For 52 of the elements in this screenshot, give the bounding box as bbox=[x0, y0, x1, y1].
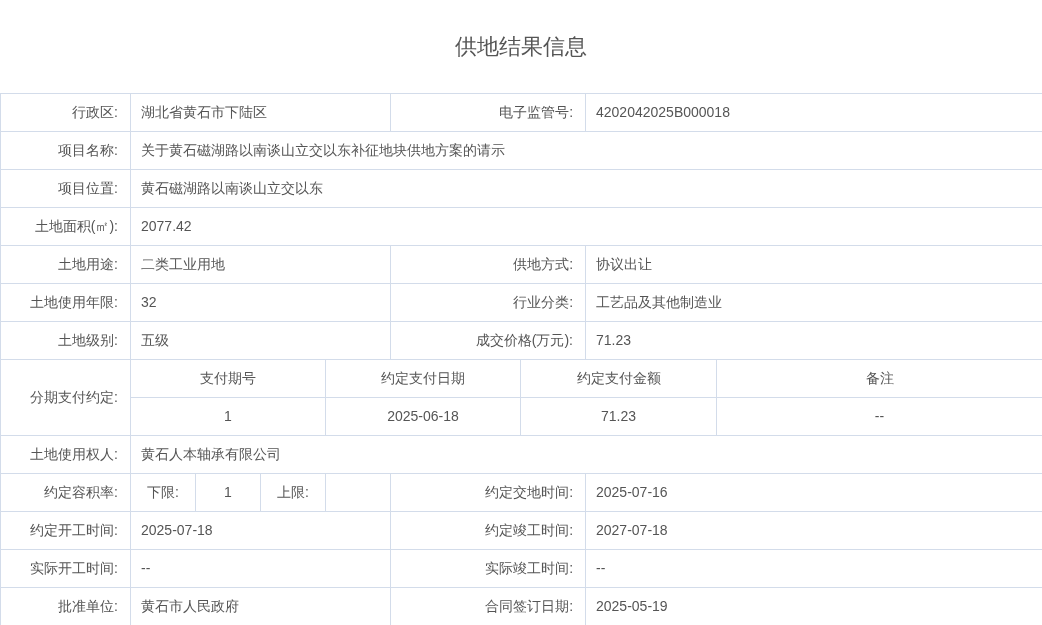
field-value: 2025-07-16 bbox=[596, 484, 668, 500]
field-value: 黄石人本轴承有限公司 bbox=[141, 446, 281, 462]
field-value: 4202042025B000018 bbox=[596, 104, 730, 120]
field-value: 黄石市人民政府 bbox=[141, 598, 239, 614]
field-label: 上限: bbox=[277, 484, 309, 500]
field-label: 实际竣工时间: bbox=[485, 560, 573, 576]
field-value: 32 bbox=[141, 294, 157, 310]
field-label: 行政区: bbox=[72, 104, 118, 120]
column-header: 支付期号 bbox=[200, 370, 256, 386]
field-label: 批准单位: bbox=[58, 598, 118, 614]
field-label: 下限: bbox=[147, 484, 179, 500]
field-label: 土地用途: bbox=[58, 256, 118, 272]
field-label: 项目位置: bbox=[58, 180, 118, 196]
field-value: 2025-05-19 bbox=[596, 598, 668, 614]
field-value: 五级 bbox=[141, 332, 169, 348]
field-label: 土地级别: bbox=[58, 332, 118, 348]
field-label: 供地方式: bbox=[513, 256, 573, 272]
field-label: 电子监管号: bbox=[499, 104, 573, 120]
field-value: 2027-07-18 bbox=[596, 522, 668, 538]
field-label: 行业分类: bbox=[513, 294, 573, 310]
column-header: 备注 bbox=[865, 370, 894, 386]
page-title: 供地结果信息 bbox=[455, 33, 587, 61]
field-label: 实际开工时间: bbox=[30, 560, 118, 576]
field-label: 土地使用年限: bbox=[30, 294, 118, 310]
field-label: 成交价格(万元): bbox=[475, 332, 573, 348]
table-cell: 1 bbox=[224, 408, 232, 424]
table-cell: 2025-06-18 bbox=[387, 408, 459, 424]
table-cell: 71.23 bbox=[601, 408, 637, 424]
field-label: 项目名称: bbox=[58, 142, 118, 158]
field-label: 土地使用权人: bbox=[30, 446, 118, 462]
field-label: 约定开工时间: bbox=[30, 522, 118, 538]
column-header: 约定支付日期 bbox=[381, 370, 465, 386]
field-value: 工艺品及其他制造业 bbox=[596, 294, 722, 310]
field-value: 关于黄石磁湖路以南谈山立交以东补征地块供地方案的请示 bbox=[141, 142, 505, 158]
field-value: 二类工业用地 bbox=[141, 256, 225, 272]
field-value: 2025-07-18 bbox=[141, 522, 213, 538]
field-value: 1 bbox=[224, 484, 232, 500]
field-label: 分期支付约定: bbox=[30, 389, 118, 405]
field-label: 合同签订日期: bbox=[485, 598, 573, 614]
field-label: 约定交地时间: bbox=[485, 484, 573, 500]
field-value: 2077.42 bbox=[141, 218, 192, 234]
column-header: 约定支付金额 bbox=[576, 370, 661, 386]
field-value: 71.23 bbox=[596, 332, 632, 348]
field-label: 土地面积(㎡): bbox=[34, 218, 118, 234]
table-cell: -- bbox=[874, 408, 885, 424]
field-value: -- bbox=[141, 560, 151, 576]
field-value: -- bbox=[596, 560, 606, 576]
field-label: 约定容积率: bbox=[44, 484, 118, 500]
field-value: 协议出让 bbox=[596, 256, 652, 272]
field-value: 黄石磁湖路以南谈山立交以东 bbox=[141, 180, 323, 196]
field-value: 湖北省黄石市下陆区 bbox=[141, 104, 267, 120]
field-label: 约定竣工时间: bbox=[485, 522, 573, 538]
